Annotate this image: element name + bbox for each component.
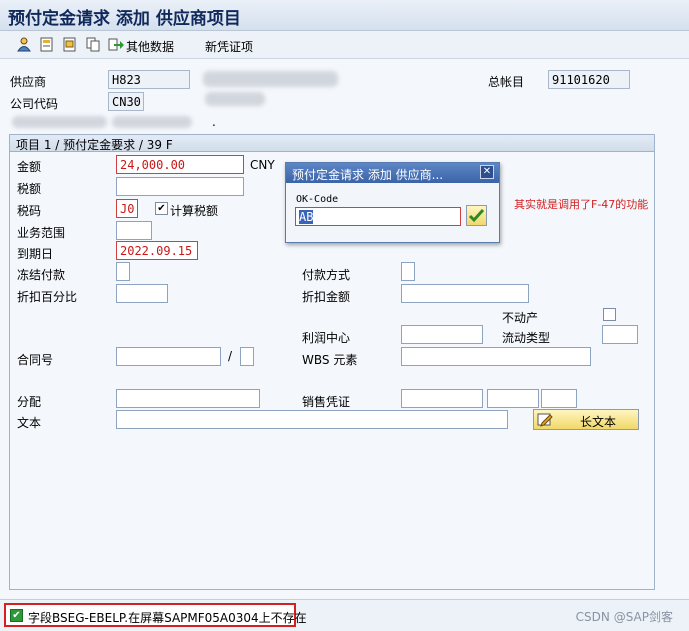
redacted-address-2 bbox=[112, 116, 192, 128]
discount-pct-field[interactable] bbox=[116, 284, 168, 303]
dialog-title: 预付定金请求 添加 供应商... bbox=[292, 168, 444, 182]
user-icon[interactable] bbox=[16, 36, 32, 52]
gl-account-field[interactable]: 91101620 bbox=[548, 70, 630, 89]
pencil-icon bbox=[537, 413, 553, 427]
amount-field[interactable]: 24,000.00 bbox=[116, 155, 244, 174]
other-data-button[interactable]: 其他数据 bbox=[126, 38, 174, 55]
sales-doc-field[interactable] bbox=[401, 389, 483, 408]
close-icon[interactable]: ✕ bbox=[480, 165, 494, 179]
text-field[interactable] bbox=[116, 410, 508, 429]
flow-type-field[interactable] bbox=[602, 325, 638, 344]
currency-label: CNY bbox=[250, 158, 275, 172]
calc-tax-label: 计算税额 bbox=[170, 204, 219, 218]
text-label: 文本 bbox=[17, 416, 42, 430]
annotation-note: 其实就是调用了F-47的功能 bbox=[514, 198, 649, 211]
sales-doc-item-field[interactable] bbox=[487, 389, 539, 408]
assignment-field[interactable] bbox=[116, 389, 260, 408]
vendor-field[interactable]: H823 bbox=[108, 70, 190, 89]
discount-amount-label: 折扣金额 bbox=[302, 290, 351, 304]
sales-doc-label: 销售凭证 bbox=[302, 395, 351, 409]
payment-block-label: 冻结付款 bbox=[17, 268, 66, 282]
title-bar: 预付定金请求 添加 供应商项目 bbox=[0, 0, 689, 31]
business-area-label: 业务范围 bbox=[17, 226, 66, 240]
status-message: 字段BSEG-EBELP.在屏幕SAPMF05A0304上不存在 bbox=[28, 611, 307, 625]
ok-code-input[interactable]: AB bbox=[295, 207, 461, 226]
profit-center-field[interactable] bbox=[401, 325, 483, 344]
contract-slash: / bbox=[228, 349, 233, 363]
contract-field[interactable] bbox=[116, 347, 221, 366]
company-code-field[interactable]: CN30 bbox=[108, 92, 144, 111]
copy-icon[interactable] bbox=[85, 36, 101, 52]
vendor-label: 供应商 bbox=[10, 75, 47, 89]
tax-code-label: 税码 bbox=[17, 204, 42, 218]
ok-code-value: AB bbox=[299, 210, 314, 224]
separator-dot: . bbox=[212, 115, 216, 129]
confirm-button[interactable] bbox=[466, 205, 487, 226]
payment-block-field[interactable] bbox=[116, 262, 130, 281]
due-date-field[interactable]: 2022.09.15 bbox=[116, 241, 198, 260]
redacted-city bbox=[205, 92, 265, 106]
company-code-label: 公司代码 bbox=[10, 97, 59, 111]
status-message-box[interactable]: ✔ 字段BSEG-EBELP.在屏幕SAPMF05A0304上不存在 bbox=[4, 603, 307, 627]
real-estate-label: 不动产 bbox=[502, 311, 539, 325]
success-icon: ✔ bbox=[10, 609, 23, 622]
discount-pct-label: 折扣百分比 bbox=[17, 290, 78, 304]
status-bar: ✔ 字段BSEG-EBELP.在屏幕SAPMF05A0304上不存在 CSDN … bbox=[0, 599, 689, 631]
amount-label: 金额 bbox=[17, 160, 42, 174]
application-toolbar: 其他数据 新凭证项 bbox=[0, 31, 689, 59]
discount-amount-field[interactable] bbox=[401, 284, 529, 303]
arrow-right-icon[interactable] bbox=[108, 36, 124, 52]
business-area-field[interactable] bbox=[116, 221, 152, 240]
tax-amount-field[interactable] bbox=[116, 177, 244, 196]
sales-doc-schedule-field[interactable] bbox=[541, 389, 577, 408]
due-date-label: 到期日 bbox=[17, 247, 54, 261]
payment-method-label: 付款方式 bbox=[302, 268, 351, 282]
wbs-label: WBS 元素 bbox=[302, 353, 358, 367]
gl-account-label: 总帐目 bbox=[488, 75, 525, 89]
calc-tax-checkbox[interactable]: ✔ bbox=[155, 202, 168, 215]
redacted-vendor-name bbox=[203, 71, 338, 87]
contract-label: 合同号 bbox=[17, 353, 54, 367]
ok-code-dialog: 预付定金请求 添加 供应商... ✕ OK-Code AB bbox=[285, 162, 500, 243]
real-estate-checkbox[interactable] bbox=[603, 308, 616, 321]
new-voucher-item-button[interactable]: 新凭证项 bbox=[205, 38, 253, 55]
item-group-title: 项目 1 / 预付定金要求 / 39 F bbox=[9, 134, 655, 152]
profit-center-label: 利润中心 bbox=[302, 331, 351, 345]
assignment-label: 分配 bbox=[17, 395, 42, 409]
dialog-header: 预付定金请求 添加 供应商... ✕ bbox=[286, 163, 499, 183]
checkmark-icon bbox=[468, 208, 485, 223]
long-text-button[interactable]: 长文本 bbox=[533, 409, 639, 430]
wbs-field[interactable] bbox=[401, 347, 591, 366]
document-edit-icon[interactable] bbox=[39, 36, 55, 52]
flow-type-label: 流动类型 bbox=[502, 331, 551, 345]
payment-method-field[interactable] bbox=[401, 262, 415, 281]
contract-item-field[interactable] bbox=[240, 347, 254, 366]
document-display-icon[interactable] bbox=[62, 36, 78, 52]
tax-code-field[interactable]: J0 bbox=[116, 199, 138, 218]
ok-code-label: OK-Code bbox=[296, 194, 339, 205]
long-text-label: 长文本 bbox=[580, 415, 617, 429]
tax-amount-label: 税额 bbox=[17, 182, 42, 196]
page-title: 预付定金请求 添加 供应商项目 bbox=[8, 9, 241, 29]
redacted-address bbox=[12, 116, 107, 128]
watermark-text: CSDN @SAP剑客 bbox=[575, 610, 673, 624]
